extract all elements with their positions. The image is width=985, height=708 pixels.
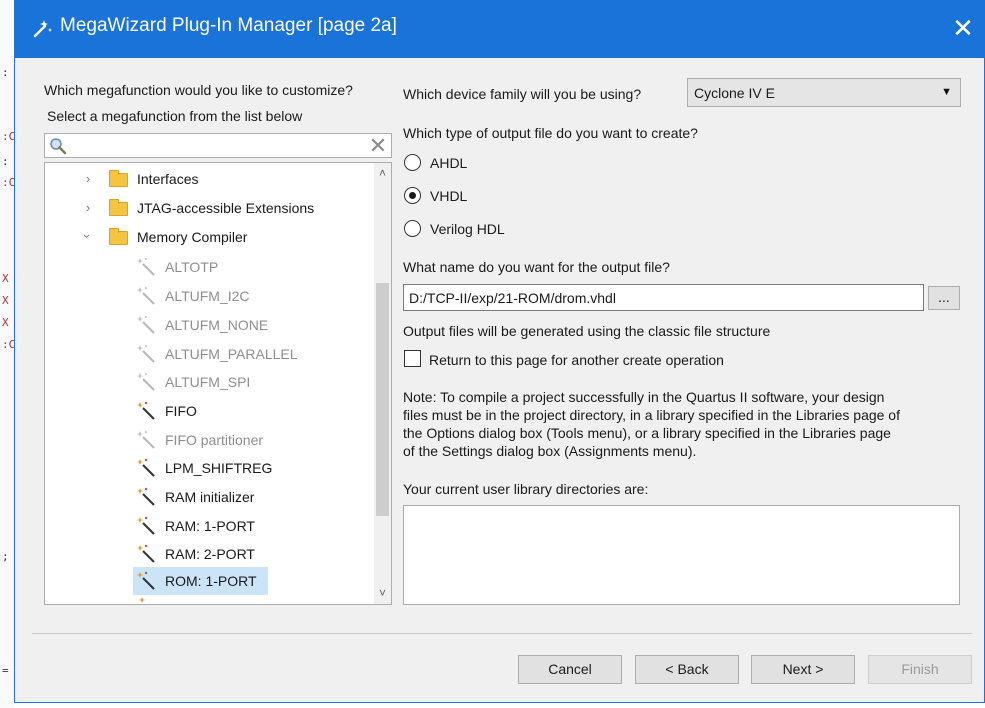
megafunction-tree[interactable]: › Interfaces › JTAG-accessible Extension… [44,162,392,605]
wand-disabled-icon [136,373,155,391]
next-button[interactable]: Next > [751,655,855,684]
tree-item-fifo-partitioner[interactable]: FIFO partitioner [135,427,335,453]
output-type-question: Which type of output file do you want to… [403,125,698,141]
chevron-right-icon[interactable]: › [81,171,95,186]
file-structure-note: Output files will be generated using the… [403,323,771,339]
tree-item-altufm-i2c[interactable]: ALTUFM_I2C [135,283,335,309]
megawizard-dialog: MegaWizard Plug-In Manager [page 2a] ✕ W… [14,0,985,703]
device-family-value: Cyclone IV E [694,85,775,101]
megafunction-search[interactable]: ✕ [44,133,392,158]
folder-icon [109,199,128,216]
radio-verilog-label[interactable]: Verilog HDL [430,221,505,237]
tree-item-ram-initializer[interactable]: RAM initializer [135,484,335,510]
scroll-up-icon[interactable]: ˄ [374,165,391,182]
tree-item-lpm-shiftreg[interactable]: LPM_SHIFTREG [135,455,335,481]
wand-icon [138,597,146,603]
output-filename-input[interactable] [404,285,923,310]
folder-icon [109,170,128,187]
tree-item-altufm-spi[interactable]: ALTUFM_SPI [135,369,335,395]
megafunction-question: Which megafunction would you like to cus… [44,82,353,98]
wand-icon [136,544,155,563]
finish-button[interactable]: Finish [868,655,972,684]
wand-disabled-icon [136,431,155,449]
tree-folder-jtag[interactable]: › JTAG-accessible Extensions [81,196,371,222]
output-filename-question: What name do you want for the output fil… [403,259,670,275]
clear-search-icon[interactable]: ✕ [367,135,389,157]
wand-icon [136,516,155,535]
tree-folder-memory-compiler[interactable]: › Memory Compiler [80,225,361,251]
radio-vhdl-label[interactable]: VHDL [430,188,467,204]
wand-disabled-icon [136,258,155,276]
return-to-page-checkbox[interactable] [404,350,421,367]
tree-folder-interfaces[interactable]: › Interfaces [81,167,361,193]
radio-verilog-hdl[interactable] [404,220,421,237]
compile-note: Note: To compile a project successfully … [403,389,900,459]
device-family-select[interactable]: Cyclone IV E ▼ [687,78,961,107]
device-family-question: Which device family will you be using? [403,86,642,102]
radio-ahdl[interactable] [404,154,421,171]
scroll-thumb[interactable] [376,283,389,516]
wand-disabled-icon [136,345,155,363]
wand-disabled-icon [136,316,155,334]
chevron-right-icon[interactable]: › [81,200,95,215]
megafunction-instruction: Select a megafunction from the list belo… [47,108,303,124]
chevron-down-icon[interactable]: › [80,229,95,243]
wizard-wand-icon [33,20,52,38]
wand-icon [136,458,155,477]
browse-button[interactable]: ... [928,286,960,310]
cancel-button[interactable]: Cancel [518,655,622,684]
wand-icon [136,571,155,590]
tree-item-altufm-none[interactable]: ALTUFM_NONE [135,312,335,338]
library-directories-label: Your current user library directories ar… [403,481,649,497]
search-input[interactable] [71,136,361,155]
radio-vhdl[interactable] [404,187,421,204]
window-title: MegaWizard Plug-In Manager [page 2a] [60,15,397,36]
footer-divider [32,633,972,634]
background-window-edge: : :C : :C X X X :C ; = [0,0,15,708]
tree-item-altufm-parallel[interactable]: ALTUFM_PARALLEL [135,341,355,367]
scroll-down-icon[interactable]: ˅ [374,585,391,602]
tree-item-altotp[interactable]: ALTOTP [135,254,335,280]
tree-item-ram-2-port[interactable]: RAM: 2-PORT [135,541,335,567]
wand-icon [136,401,155,420]
dropdown-arrow-icon[interactable]: ▼ [941,86,952,98]
tree-item-fifo[interactable]: FIFO [135,398,335,424]
tree-item-rom-1-port[interactable]: ROM: 1-PORT [133,567,268,595]
wand-icon [136,487,155,506]
wand-disabled-icon [136,287,155,305]
back-button[interactable]: < Back [635,655,739,684]
output-filename-field[interactable] [403,284,924,311]
folder-icon [109,228,128,245]
close-icon[interactable]: ✕ [941,0,985,58]
title-bar[interactable]: MegaWizard Plug-In Manager [page 2a] ✕ [15,0,985,58]
tree-scrollbar[interactable]: ˄ ˅ [374,163,391,604]
radio-ahdl-label[interactable]: AHDL [430,155,467,171]
library-directories-list[interactable] [403,505,960,605]
tree-item-ram-1-port[interactable]: RAM: 1-PORT [135,513,335,539]
search-icon [50,138,67,155]
return-to-page-label[interactable]: Return to this page for another create o… [429,352,724,368]
